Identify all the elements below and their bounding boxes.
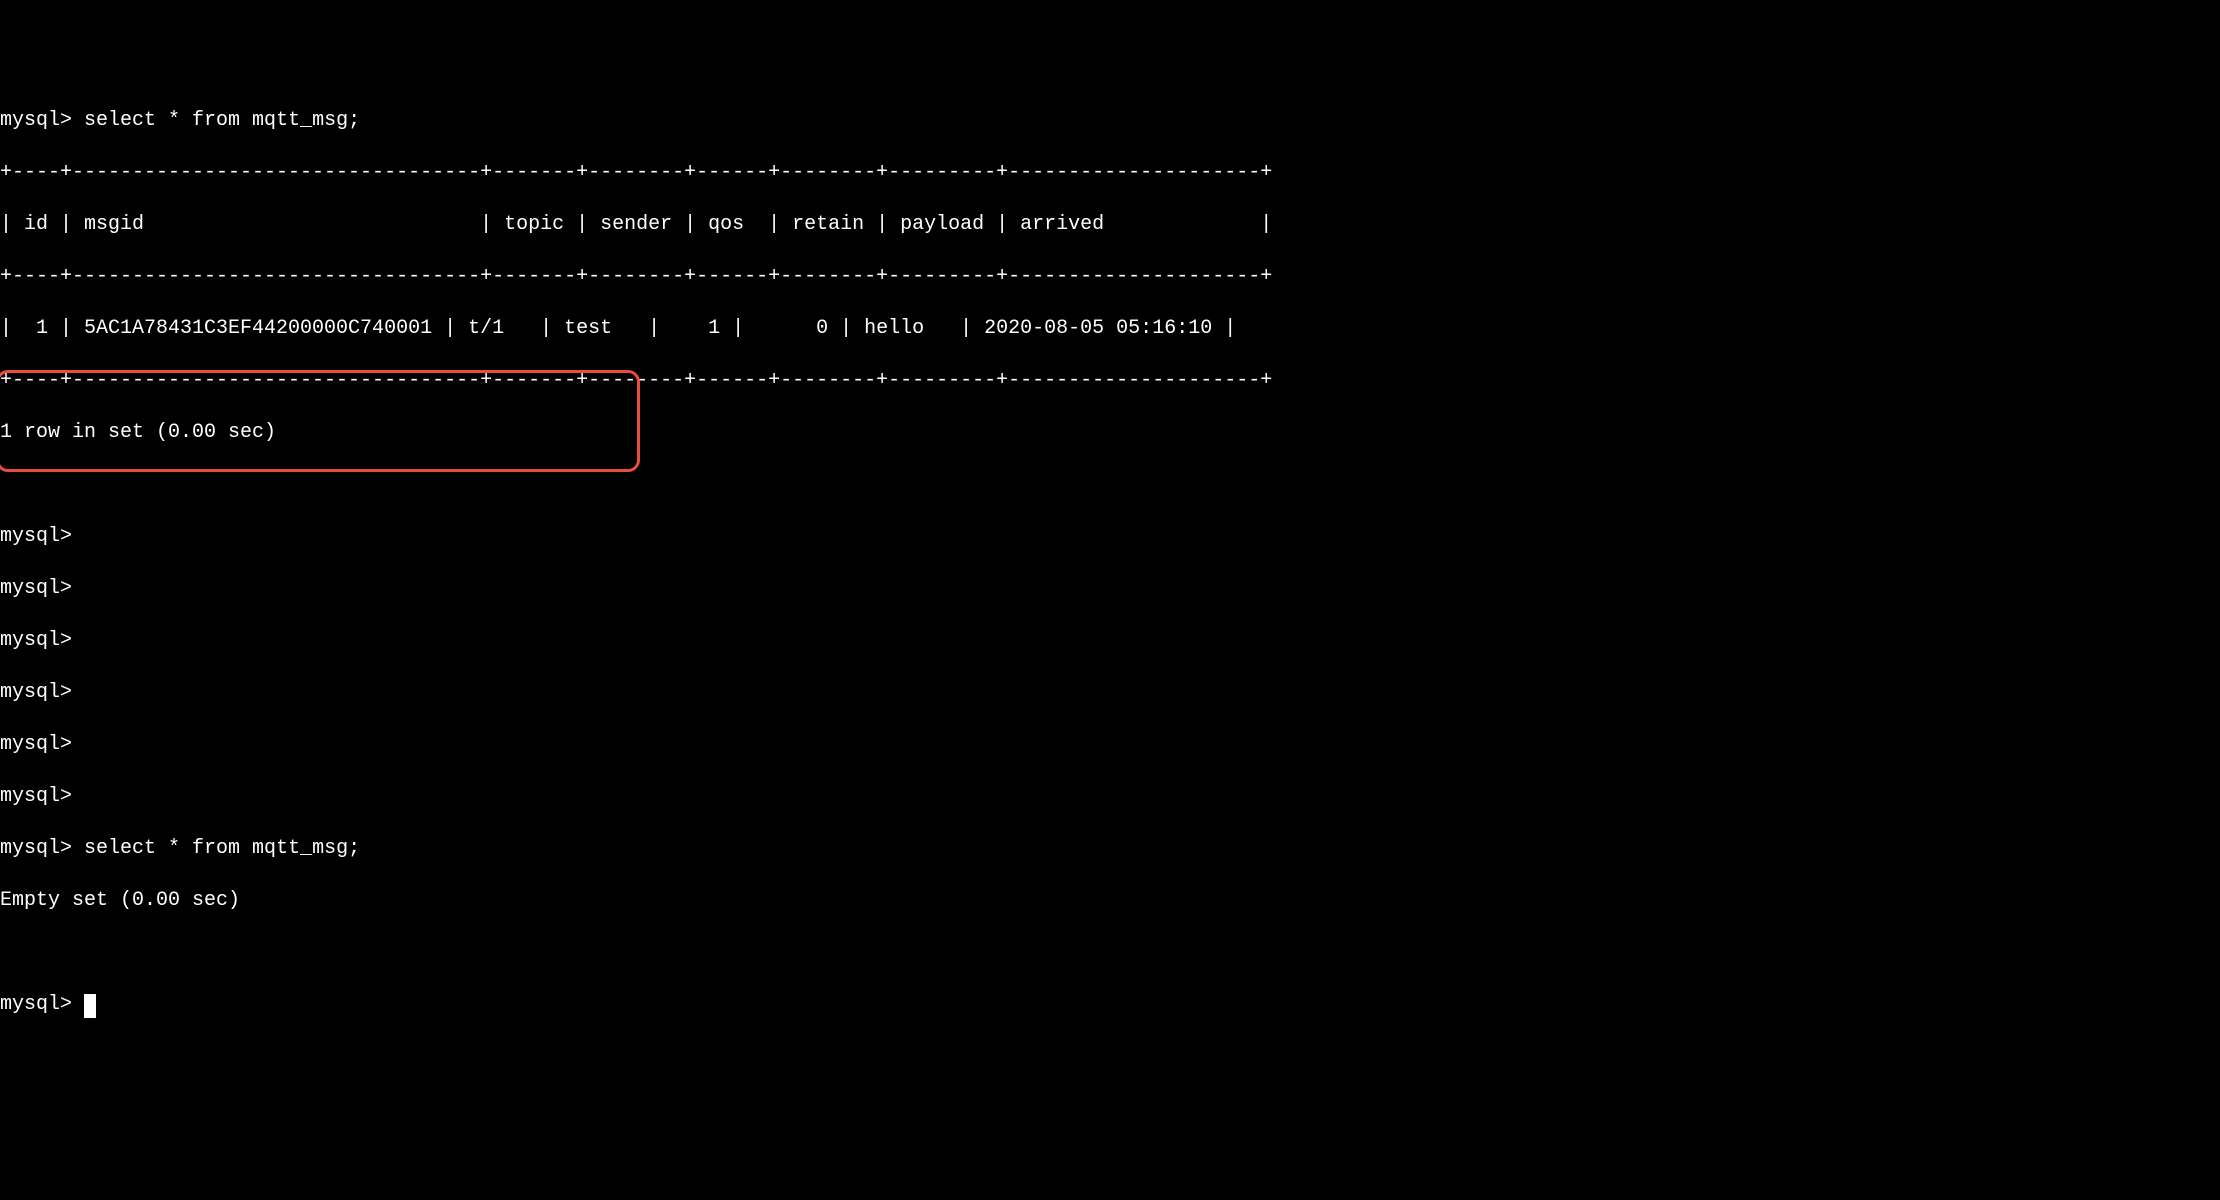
table-border-mid: +----+----------------------------------… (0, 264, 2220, 290)
terminal-query-line: mysql> select * from mqtt_msg; (0, 108, 2220, 134)
table-border-top: +----+----------------------------------… (0, 160, 2220, 186)
mysql-prompt-empty: mysql> (0, 680, 2220, 706)
table-data-row: | 1 | 5AC1A78431C3EF44200000C740001 | t/… (0, 316, 2220, 342)
mysql-prompt-empty: mysql> (0, 784, 2220, 810)
query-result: 1 row in set (0.00 sec) (0, 420, 2220, 446)
mysql-prompt-empty: mysql> (0, 628, 2220, 654)
table-border-bot: +----+----------------------------------… (0, 368, 2220, 394)
mysql-prompt-empty: mysql> (0, 576, 2220, 602)
blank-line (0, 940, 2220, 966)
sql-query-2: select * from mqtt_msg; (84, 837, 360, 860)
blank-line (0, 472, 2220, 498)
sql-query: select * from mqtt_msg; (84, 109, 360, 132)
query-result-empty: Empty set (0.00 sec) (0, 888, 2220, 914)
mysql-prompt-empty: mysql> (0, 524, 2220, 550)
terminal-query-line-2: mysql> select * from mqtt_msg; (0, 836, 2220, 862)
mysql-prompt: mysql> (0, 837, 72, 860)
cursor-icon (84, 994, 96, 1018)
table-header-row: | id | msgid | topic | sender | qos | re… (0, 212, 2220, 238)
mysql-prompt-empty: mysql> (0, 732, 2220, 758)
mysql-prompt: mysql> (0, 109, 72, 132)
mysql-prompt-cursor[interactable]: mysql> (0, 992, 2220, 1018)
mysql-prompt: mysql> (0, 993, 72, 1016)
